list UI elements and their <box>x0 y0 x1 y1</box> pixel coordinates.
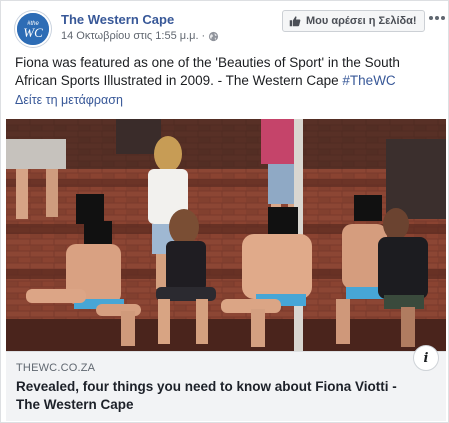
shared-link-image[interactable] <box>6 119 446 351</box>
facebook-post: #the WC The Western Cape 14 Οκτωβρίου στ… <box>0 0 449 423</box>
page-name-link[interactable]: The Western Cape <box>61 12 174 27</box>
post-text: Fiona was featured as one of the 'Beauti… <box>15 54 440 90</box>
link-title[interactable]: Revealed, four things you need to know a… <box>16 378 416 414</box>
svg-text:WC: WC <box>23 25 43 40</box>
link-domain: THEWC.CO.ZA <box>16 362 96 374</box>
page-logo-icon: #the WC <box>17 13 49 45</box>
post-timestamp[interactable]: 14 Οκτωβρίου στις 1:55 μ.μ. <box>61 30 199 42</box>
globe-icon <box>208 31 219 42</box>
like-page-button[interactable]: Μου αρέσει η Σελίδα! <box>282 10 425 32</box>
hashtag-link[interactable]: #TheWC <box>342 73 395 88</box>
post-header: #the WC The Western Cape 14 Οκτωβρίου στ… <box>1 1 448 51</box>
post-meta: 14 Οκτωβρίου στις 1:55 μ.μ. · <box>61 30 219 42</box>
info-icon[interactable]: i <box>413 345 439 371</box>
thumbs-up-icon <box>289 16 301 27</box>
see-translation-link[interactable]: Δείτε τη μετάφραση <box>15 93 123 107</box>
link-preview[interactable]: THEWC.CO.ZA Revealed, four things you ne… <box>6 351 446 421</box>
more-options-icon[interactable] <box>428 10 446 26</box>
like-page-label: Μου αρέσει η Σελίδα! <box>306 15 417 27</box>
stadium-bench-photo <box>6 119 446 351</box>
meta-separator: · <box>201 30 206 42</box>
page-avatar[interactable]: #the WC <box>15 11 51 47</box>
